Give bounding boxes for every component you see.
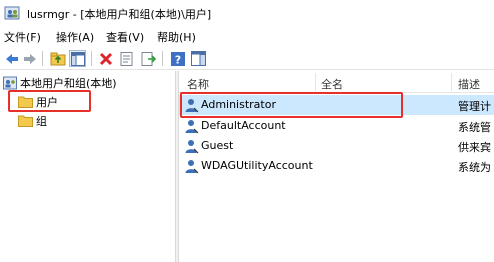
help-button[interactable]: ? <box>169 50 186 67</box>
window-title: lusrmgr - [本地用户和组(本地)\用户] <box>27 8 212 21</box>
menu-help[interactable]: 帮助(H) <box>157 29 196 45</box>
forward-button[interactable] <box>21 50 38 67</box>
table-row[interactable]: WDAGUtilityAccount 系统为 <box>179 156 494 176</box>
list-header: 名称 全名 描述 <box>179 71 494 93</box>
cell-description: 供来宾 <box>458 141 491 154</box>
tree-root-label: 本地用户和组(本地) <box>20 76 117 90</box>
column-header-fullname[interactable]: 全名 <box>321 76 343 92</box>
cell-description: 系统管 <box>458 121 491 134</box>
tree-item-groups[interactable]: 组 <box>18 112 47 129</box>
user-icon <box>185 140 199 154</box>
toolbar-separator <box>91 51 92 66</box>
toolbar-separator <box>42 51 43 66</box>
column-header-name[interactable]: 名称 <box>187 76 209 92</box>
back-icon <box>5 53 18 64</box>
folder-icon <box>18 115 33 127</box>
tree-root[interactable]: 本地用户和组(本地) <box>3 74 117 91</box>
export-button[interactable] <box>139 50 156 67</box>
cell-name: Guest <box>201 139 234 152</box>
column-divider[interactable] <box>451 73 452 91</box>
menu-file[interactable]: 文件(F) <box>4 29 41 45</box>
svg-text:?: ? <box>174 53 180 66</box>
forward-icon <box>23 53 36 64</box>
show-action-pane-button[interactable] <box>190 50 207 67</box>
title-bar: lusrmgr - [本地用户和组(本地)\用户] <box>0 0 494 26</box>
menu-action[interactable]: 操作(A) <box>56 29 94 45</box>
highlight-box-administrator <box>180 92 403 118</box>
toolbar-separator <box>162 51 163 66</box>
help-icon: ? <box>170 51 185 66</box>
table-row[interactable]: DefaultAccount 系统管 <box>179 116 494 136</box>
menu-view[interactable]: 查看(V) <box>106 29 144 45</box>
back-button[interactable] <box>3 50 20 67</box>
tree-item-label: 组 <box>36 114 47 128</box>
cell-description: 系统为 <box>458 161 491 174</box>
up-folder-button[interactable] <box>49 50 66 67</box>
properties-icon <box>120 51 132 66</box>
cell-description: 管理计 <box>458 100 491 113</box>
column-header-description[interactable]: 描述 <box>458 76 480 92</box>
delete-icon <box>99 52 112 65</box>
users-app-icon <box>4 6 20 20</box>
lusrmgr-window: lusrmgr - [本地用户和组(本地)\用户] 文件(F) 操作(A) 查看… <box>0 0 494 262</box>
user-icon <box>185 120 199 134</box>
show-action-pane-icon <box>191 51 206 66</box>
user-icon <box>185 160 199 174</box>
users-groups-icon <box>3 76 17 89</box>
column-divider[interactable] <box>315 73 316 91</box>
highlight-box-users <box>8 90 91 112</box>
menu-bar: 文件(F) 操作(A) 查看(V) 帮助(H) <box>0 26 494 46</box>
table-row[interactable]: Guest 供来宾 <box>179 136 494 156</box>
show-tree-button[interactable] <box>69 50 86 67</box>
show-tree-icon <box>70 51 85 66</box>
delete-button[interactable] <box>97 50 114 67</box>
toolbar: ? <box>0 46 494 70</box>
up-folder-icon <box>50 52 65 65</box>
cell-name: DefaultAccount <box>201 119 286 132</box>
export-icon <box>141 51 156 66</box>
properties-button[interactable] <box>118 50 135 67</box>
cell-name: WDAGUtilityAccount <box>201 159 313 172</box>
